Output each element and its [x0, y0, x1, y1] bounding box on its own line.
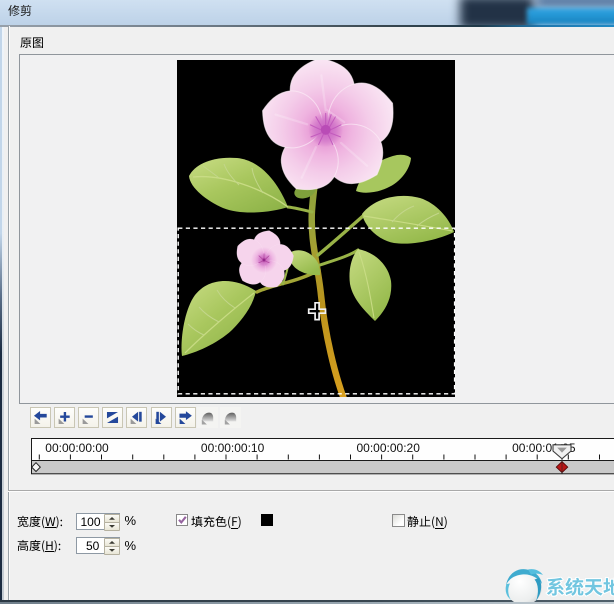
svg-text:00:00:00:20: 00:00:00:20 [356, 441, 420, 455]
svg-text:00:00:00:00: 00:00:00:00 [45, 441, 109, 455]
svg-text:00:00:00:10: 00:00:00:10 [200, 441, 264, 455]
